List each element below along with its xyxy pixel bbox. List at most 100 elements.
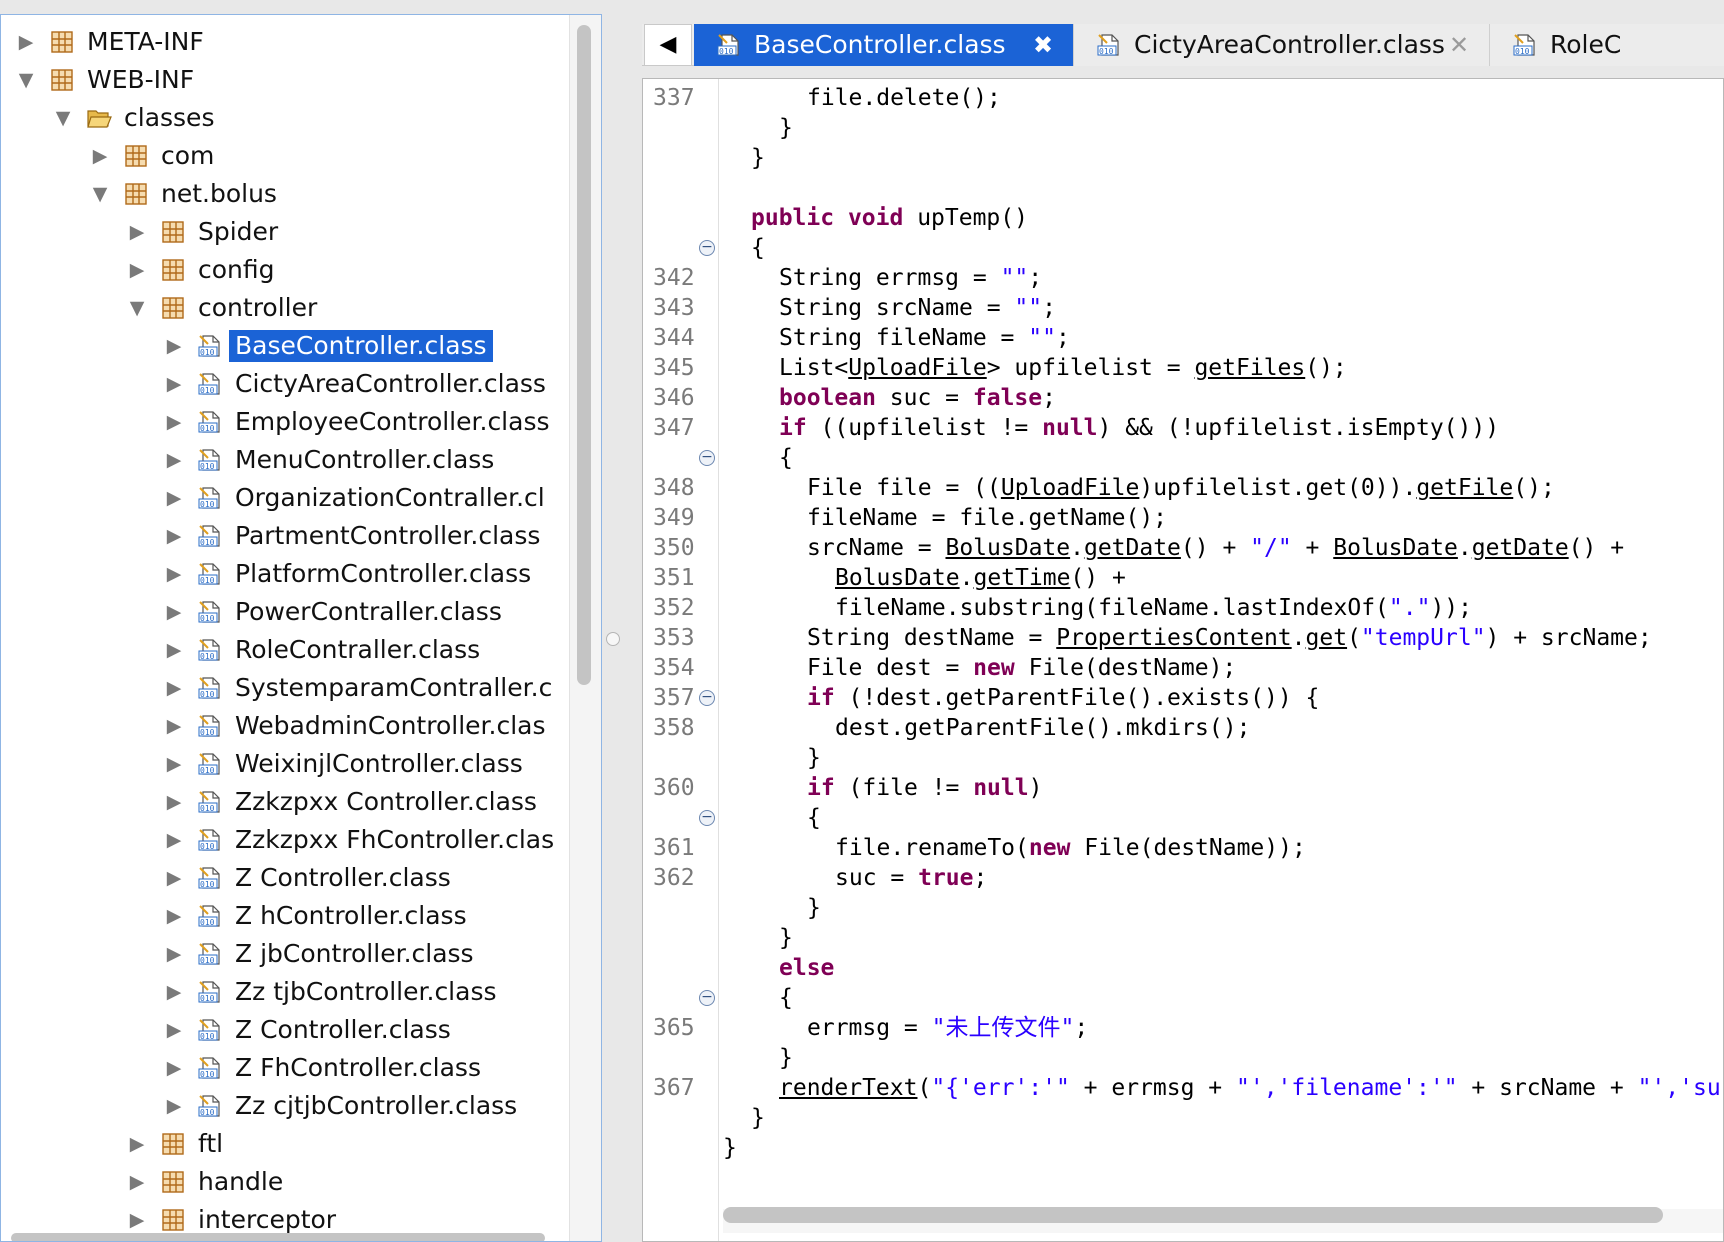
expanded-arrow-icon[interactable]: ▼	[15, 67, 37, 93]
code-line[interactable]: {	[779, 983, 793, 1013]
tree-item[interactable]: ▶ 010 Z FhController.class	[1, 1049, 571, 1087]
collapsed-arrow-icon[interactable]: ▶	[15, 29, 37, 55]
collapsed-arrow-icon[interactable]: ▶	[163, 1093, 185, 1119]
tree-item[interactable]: ▶ 010 PartmentController.class	[1, 517, 571, 555]
splitter-handle[interactable]	[606, 632, 620, 646]
code-line[interactable]: if (file != null)	[807, 773, 1042, 803]
fold-collapse-icon[interactable]: −	[699, 810, 715, 826]
collapsed-arrow-icon[interactable]: ▶	[163, 447, 185, 473]
tree-item[interactable]: ▶ com	[1, 137, 571, 175]
collapsed-arrow-icon[interactable]: ▶	[163, 789, 185, 815]
code-line[interactable]: String destName = PropertiesContent.get(…	[807, 623, 1652, 653]
code-line[interactable]: renderText("{'err':'" + errmsg + "','fil…	[779, 1073, 1721, 1103]
code-line[interactable]: String errmsg = "";	[779, 263, 1042, 293]
tree-item[interactable]: ▶ 010 WeixinjlController.class	[1, 745, 571, 783]
collapsed-arrow-icon[interactable]: ▶	[163, 485, 185, 511]
collapsed-arrow-icon[interactable]: ▶	[163, 409, 185, 435]
tree-item[interactable]: ▶ 010 OrganizationContraller.cl	[1, 479, 571, 517]
collapsed-arrow-icon[interactable]: ▶	[163, 941, 185, 967]
code-line[interactable]: }	[751, 143, 765, 173]
code-line[interactable]: fileName.substring(fileName.lastIndexOf(…	[835, 593, 1472, 623]
tree-horizontal-scrollbar-thumb[interactable]	[11, 1233, 545, 1241]
tree-item[interactable]: ▶ 010 RoleContraller.class	[1, 631, 571, 669]
code-line[interactable]: public void upTemp()	[751, 203, 1028, 233]
collapsed-arrow-icon[interactable]: ▶	[163, 371, 185, 397]
code-line[interactable]: String fileName = "";	[779, 323, 1070, 353]
collapsed-arrow-icon[interactable]: ▶	[89, 143, 111, 169]
code-line[interactable]: file.renameTo(new File(destName));	[835, 833, 1306, 863]
tree-item[interactable]: ▶ 010 Zz tjbController.class	[1, 973, 571, 1011]
collapsed-arrow-icon[interactable]: ▶	[163, 637, 185, 663]
tree-item[interactable]: ▼ WEB-INF	[1, 61, 571, 99]
fold-collapse-icon[interactable]: −	[699, 990, 715, 1006]
collapsed-arrow-icon[interactable]: ▶	[163, 1017, 185, 1043]
code-line[interactable]: }	[751, 1103, 765, 1133]
code-line[interactable]: suc = true;	[835, 863, 987, 893]
tree-item[interactable]: ▶ 010 Zzkzpxx FhController.clas	[1, 821, 571, 859]
collapsed-arrow-icon[interactable]: ▶	[126, 1131, 148, 1157]
code-line[interactable]: }	[779, 1043, 793, 1073]
code-line[interactable]: {	[751, 233, 765, 263]
tree-item[interactable]: ▼ net.bolus	[1, 175, 571, 213]
tree-item[interactable]: ▶ 010 CictyAreaController.class	[1, 365, 571, 403]
tree-item[interactable]: ▶ 010 Z Controller.class	[1, 1011, 571, 1049]
tree-item[interactable]: ▶ 010 EmployeeController.class	[1, 403, 571, 441]
collapsed-arrow-icon[interactable]: ▶	[163, 827, 185, 853]
code-line[interactable]: boolean suc = false;	[779, 383, 1056, 413]
code-line[interactable]: if ((upfilelist != null) && (!upfilelist…	[779, 413, 1499, 443]
code-line[interactable]: dest.getParentFile().mkdirs();	[835, 713, 1250, 743]
editor-horizontal-scrollbar-thumb[interactable]	[723, 1207, 1663, 1223]
fold-collapse-icon[interactable]: −	[699, 450, 715, 466]
tab-basecontroller[interactable]: 010 BaseController.class ✖	[694, 24, 1074, 66]
code-line[interactable]: File dest = new File(destName);	[807, 653, 1236, 683]
collapsed-arrow-icon[interactable]: ▶	[163, 903, 185, 929]
tree-vertical-scrollbar-thumb[interactable]	[577, 25, 591, 685]
expanded-arrow-icon[interactable]: ▼	[89, 181, 111, 207]
tree-item[interactable]: ▶ config	[1, 251, 571, 289]
code-line[interactable]: }	[779, 113, 793, 143]
code-line[interactable]: }	[723, 1133, 737, 1163]
code-line[interactable]: if (!dest.getParentFile().exists()) {	[807, 683, 1319, 713]
tree-item[interactable]: ▶ META-INF	[1, 23, 571, 61]
expanded-arrow-icon[interactable]: ▼	[52, 105, 74, 131]
tree-item[interactable]: ▶ 010 PlatformController.class	[1, 555, 571, 593]
collapsed-arrow-icon[interactable]: ▶	[163, 979, 185, 1005]
tree-item[interactable]: ▶ Spider	[1, 213, 571, 251]
tab-list-nav-button[interactable]: ◀	[644, 24, 692, 66]
code-line[interactable]: srcName = BolusDate.getDate() + "/" + Bo…	[807, 533, 1624, 563]
code-line[interactable]: {	[807, 803, 821, 833]
collapsed-arrow-icon[interactable]: ▶	[163, 561, 185, 587]
collapsed-arrow-icon[interactable]: ▶	[126, 257, 148, 283]
tree-item[interactable]: ▶ 010 SystemparamContraller.c	[1, 669, 571, 707]
tree-item[interactable]: ▶ 010 Z Controller.class	[1, 859, 571, 897]
collapsed-arrow-icon[interactable]: ▶	[163, 675, 185, 701]
tree-item[interactable]: ▼ classes	[1, 99, 571, 137]
tree-item[interactable]: ▶ 010 BaseController.class	[1, 327, 571, 365]
tab-close-icon[interactable]: ✕	[1444, 24, 1474, 66]
collapsed-arrow-icon[interactable]: ▶	[163, 523, 185, 549]
tab-rolecontraller[interactable]: 010 RoleC	[1490, 24, 1724, 66]
collapsed-arrow-icon[interactable]: ▶	[163, 333, 185, 359]
code-editor[interactable]: 337−342 343 344 345 346 347−348 349 350 351 352 35…	[642, 78, 1724, 1242]
code-line[interactable]: }	[779, 923, 793, 953]
tree-item[interactable]: ▶ 010 Zz cjtjbController.class	[1, 1087, 571, 1125]
code-line[interactable]: BolusDate.getTime() +	[835, 563, 1126, 593]
code-line[interactable]: fileName = file.getName();	[807, 503, 1167, 533]
fold-collapse-icon[interactable]: −	[699, 240, 715, 256]
code-text-area[interactable]: file.delete();}} public void upTemp(){Str…	[723, 79, 1723, 1241]
collapsed-arrow-icon[interactable]: ▶	[126, 1169, 148, 1195]
tree-item[interactable]: ▶ 010 WebadminController.clas	[1, 707, 571, 745]
tree-item[interactable]: ▶ 010 PowerContraller.class	[1, 593, 571, 631]
collapsed-arrow-icon[interactable]: ▶	[163, 599, 185, 625]
collapsed-arrow-icon[interactable]: ▶	[126, 1207, 148, 1233]
code-line[interactable]: {	[779, 443, 793, 473]
code-line[interactable]: }	[807, 743, 821, 773]
code-line[interactable]: errmsg = "未上传文件";	[807, 1013, 1088, 1043]
tree-item[interactable]: ▶ 010 MenuController.class	[1, 441, 571, 479]
collapsed-arrow-icon[interactable]: ▶	[163, 751, 185, 777]
collapsed-arrow-icon[interactable]: ▶	[163, 1055, 185, 1081]
collapsed-arrow-icon[interactable]: ▶	[163, 865, 185, 891]
collapsed-arrow-icon[interactable]: ▶	[163, 713, 185, 739]
code-line[interactable]: List<UploadFile> upfilelist = getFiles()…	[779, 353, 1347, 383]
expanded-arrow-icon[interactable]: ▼	[126, 295, 148, 321]
